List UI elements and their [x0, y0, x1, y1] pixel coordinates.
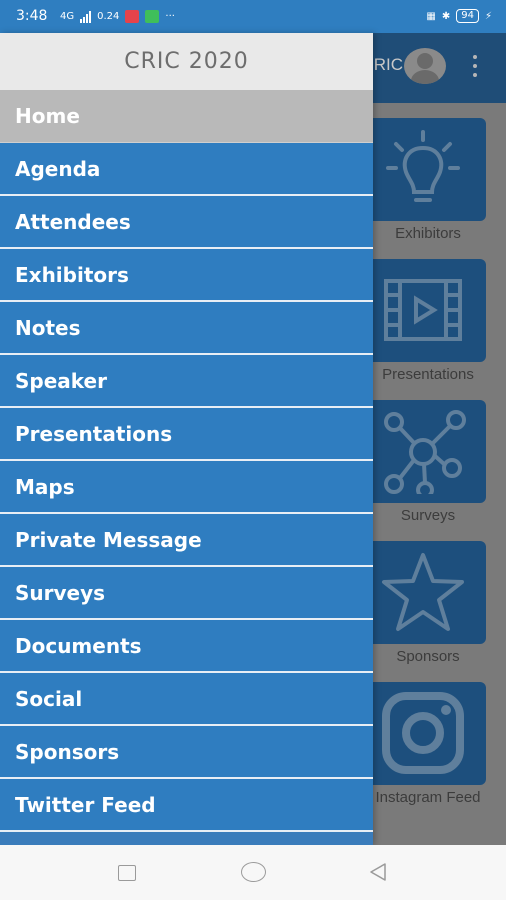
- menu-item-label: Sponsors: [15, 739, 120, 764]
- menu-item-notes[interactable]: Notes: [0, 302, 373, 355]
- header-title: CRIC: [373, 55, 403, 74]
- status-time: 3:48: [16, 8, 48, 24]
- tile-label-instagram: Instagram Feed: [375, 789, 481, 806]
- menu-item-social[interactable]: Social: [0, 673, 373, 726]
- recent-apps-button[interactable]: [118, 865, 136, 881]
- system-navigation-bar: [0, 845, 506, 900]
- menu-item-label: Notes: [15, 315, 81, 340]
- menu-item-label: Maps: [15, 474, 75, 499]
- battery-level: 94: [461, 10, 474, 21]
- menu-item-label: Agenda: [15, 156, 101, 181]
- menu-item-presentations[interactable]: Presentations: [0, 408, 373, 461]
- tile-label-sponsors: Sponsors: [396, 648, 460, 665]
- menu-item-label: Speaker: [15, 368, 107, 393]
- more-notifications-icon: ···: [165, 11, 175, 22]
- film-play-icon: [384, 279, 462, 341]
- instagram-icon: [382, 692, 464, 774]
- menu-item-label: Attendees: [15, 209, 131, 234]
- menu-item-speaker[interactable]: Speaker: [0, 355, 373, 408]
- drawer-header: CRIC 2020: [0, 33, 373, 90]
- tile-label-exhibitors: Exhibitors: [395, 225, 461, 242]
- menu-item-agenda[interactable]: Agenda: [0, 143, 373, 196]
- data-speed-indicator: 0.24: [97, 11, 120, 22]
- menu-item-label: Private Message: [15, 527, 202, 552]
- menu-item-maps[interactable]: Maps: [0, 461, 373, 514]
- menu-item-private-message[interactable]: Private Message: [0, 514, 373, 567]
- menu-item-twitter-feed[interactable]: Twitter Feed: [0, 779, 373, 832]
- menu-item-label: Surveys: [15, 580, 106, 605]
- menu-item-label: Exhibitors: [15, 262, 129, 287]
- menu-item-documents[interactable]: Documents: [0, 620, 373, 673]
- back-button[interactable]: [368, 862, 388, 882]
- menu-item-label: Twitter Feed: [15, 792, 156, 817]
- charging-icon: ⚡: [484, 10, 492, 22]
- status-right-icons: ▦ ✱ 94 ⚡: [426, 9, 492, 23]
- menu-item-label: Presentations: [15, 421, 173, 446]
- navigation-drawer: CRIC 2020 Home Agenda Attendees Exhibito…: [0, 33, 373, 845]
- tile-label-presentations: Presentations: [382, 366, 474, 383]
- menu-item-exhibitors[interactable]: Exhibitors: [0, 249, 373, 302]
- menu-item-surveys[interactable]: Surveys: [0, 567, 373, 620]
- home-button[interactable]: [241, 862, 266, 882]
- status-bar: 3:48 4G 0.24 ··· ▦ ✱ 94 ⚡: [0, 0, 506, 33]
- sponsors-tile[interactable]: [360, 541, 486, 644]
- avatar[interactable]: [404, 48, 446, 84]
- exhibitors-tile[interactable]: [360, 118, 486, 221]
- volte-icon: ▦: [426, 10, 436, 22]
- network-nodes-icon: [384, 410, 466, 494]
- lightbulb-icon: [386, 130, 460, 202]
- presentations-tile[interactable]: [360, 259, 486, 362]
- more-options-icon[interactable]: [468, 53, 482, 79]
- surveys-tile[interactable]: [360, 400, 486, 503]
- star-icon: [382, 553, 464, 631]
- network-type-icon: 4G: [60, 11, 75, 22]
- menu-item-label: Social: [15, 686, 83, 711]
- menu-item-label: Documents: [15, 633, 142, 658]
- menu-item-attendees[interactable]: Attendees: [0, 196, 373, 249]
- bluetooth-icon: ✱: [441, 10, 451, 22]
- instagram-tile[interactable]: [360, 682, 486, 785]
- notification-app-icon: [125, 10, 140, 23]
- status-left-icons: 4G 0.24 ···: [60, 10, 175, 23]
- menu-item-sponsors[interactable]: Sponsors: [0, 726, 373, 779]
- menu-item-home[interactable]: Home: [0, 90, 373, 143]
- drawer-title: CRIC 2020: [124, 49, 249, 74]
- notification-app-icon-2: [145, 10, 160, 23]
- tile-label-surveys: Surveys: [400, 507, 456, 524]
- battery-icon: 94: [456, 9, 479, 23]
- signal-icon: [80, 10, 92, 23]
- menu-item-label: Home: [15, 104, 80, 128]
